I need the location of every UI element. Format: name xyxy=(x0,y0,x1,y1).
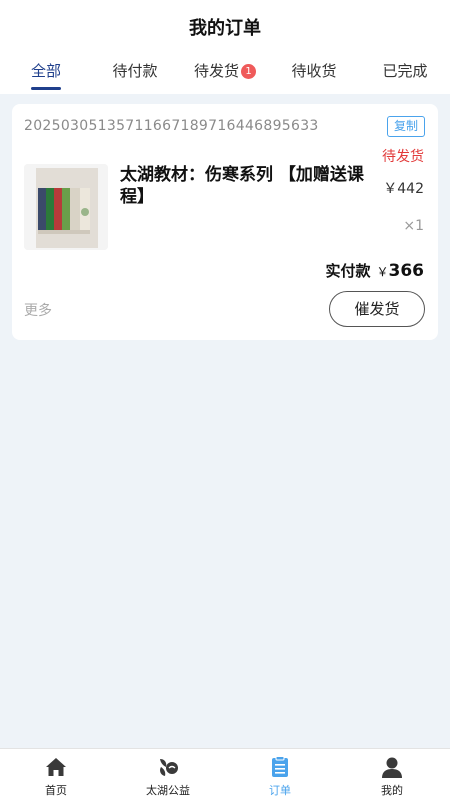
tab-pending-shipment-label: 待发货 xyxy=(193,62,239,80)
tabbar-label-orders: 订单 xyxy=(269,784,291,797)
tab-all[interactable]: 全部 xyxy=(26,60,66,94)
order-tabs: 全部 待付款 待发货 1 待收货 已完成 xyxy=(0,60,450,94)
paid-amount-row: 实付款 ￥366 xyxy=(325,260,424,281)
home-icon xyxy=(46,758,66,776)
product-price: ￥442 xyxy=(383,181,424,197)
tabbar-item-orders[interactable]: 订单 xyxy=(224,749,336,800)
product-title[interactable]: 太湖教材：伤寒系列 【加赠送课程】 xyxy=(120,164,376,208)
tabbar-item-me[interactable]: 我的 xyxy=(336,749,448,800)
tabbar-item-charity[interactable]: 太湖公益 xyxy=(112,749,224,800)
tab-pending-payment[interactable]: 待付款 xyxy=(108,60,162,94)
charity-icon xyxy=(160,759,178,776)
order-card[interactable]: 20250305135711667189716446895633 复制 待发货 … xyxy=(12,104,438,340)
order-status: 待发货 xyxy=(382,149,424,165)
bottom-tab-bar: 首页 太湖公益 订单 我的 xyxy=(0,748,450,800)
tab-pending-receipt-label: 待收货 xyxy=(291,62,337,80)
tab-pending-payment-label: 待付款 xyxy=(112,62,158,80)
order-icon xyxy=(272,756,288,777)
tabbar-label-me: 我的 xyxy=(381,784,403,797)
tabbar-label-home: 首页 xyxy=(45,784,67,797)
tab-pending-shipment[interactable]: 待发货 1 xyxy=(190,60,260,94)
tab-all-label: 全部 xyxy=(30,62,61,80)
product-quantity: ×1 xyxy=(403,218,424,234)
more-link[interactable]: 更多 xyxy=(24,300,52,320)
page-title: 我的订单 xyxy=(189,18,261,39)
paid-label: 实付款 xyxy=(325,262,371,280)
page-header: 我的订单 全部 待付款 待发货 1 待收货 已完成 xyxy=(0,0,450,94)
user-icon xyxy=(382,757,402,778)
paid-currency: ￥ xyxy=(376,265,389,279)
tabbar-item-home[interactable]: 首页 xyxy=(0,749,112,800)
tabbar-label-charity: 太湖公益 xyxy=(146,784,190,797)
pending-shipment-count-badge: 1 xyxy=(241,64,256,79)
copy-order-number-button[interactable]: 复制 xyxy=(387,116,425,137)
book-set-image xyxy=(24,164,108,250)
tab-completed[interactable]: 已完成 xyxy=(378,60,432,94)
product-image[interactable] xyxy=(24,164,108,250)
tab-pending-receipt[interactable]: 待收货 xyxy=(287,60,341,94)
active-tab-indicator xyxy=(31,87,61,90)
urge-shipment-button[interactable]: 催发货 xyxy=(329,291,425,327)
paid-amount: 366 xyxy=(388,261,425,281)
order-number: 20250305135711667189716446895633 xyxy=(24,118,319,134)
tab-completed-label: 已完成 xyxy=(382,62,428,80)
